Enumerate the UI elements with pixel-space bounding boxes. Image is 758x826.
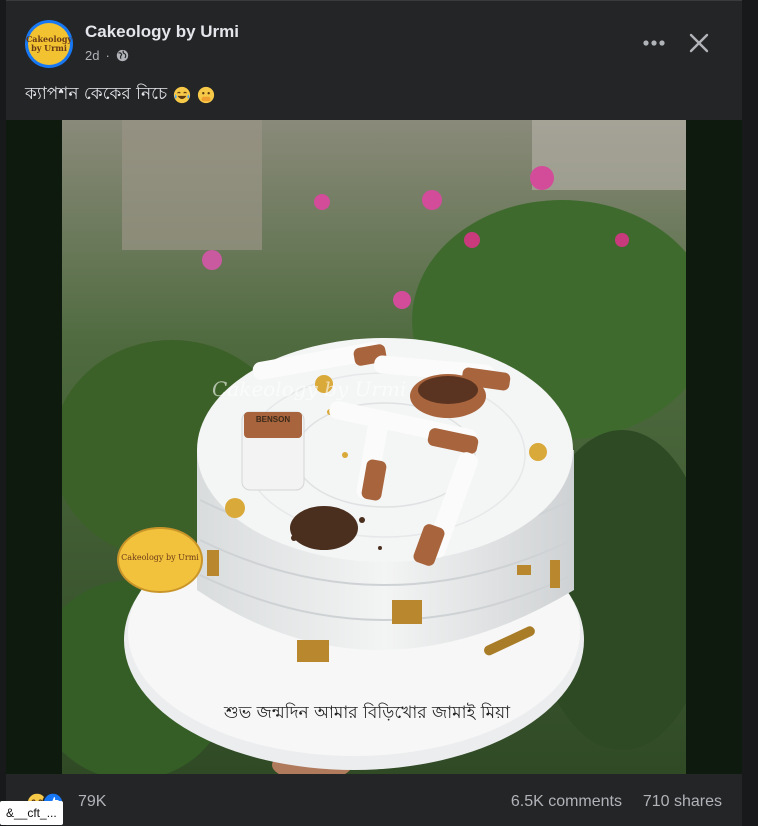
watermark-text: Cakeology by Urmi xyxy=(212,377,406,401)
post-time[interactable]: 2d xyxy=(85,48,99,63)
close-button[interactable] xyxy=(683,27,715,59)
avatar[interactable]: Cakeology by Urmi xyxy=(25,20,73,68)
plate-text: শুভ জন্মদিন আমার বিড়িখোর জামাই মিয়া xyxy=(223,702,511,723)
app-frame: Cakeology by Urmi Cakeology by Urmi 2d · xyxy=(0,0,758,826)
post-header: Cakeology by Urmi Cakeology by Urmi 2d · xyxy=(6,1,742,77)
globe-icon[interactable] xyxy=(116,49,129,62)
dot-separator: · xyxy=(105,48,110,63)
post-meta: 2d · xyxy=(85,48,129,63)
post-media[interactable]: BENSON Cakeology by Urmi Cakeology by Ur… xyxy=(6,120,742,774)
cake-photo[interactable]: BENSON Cakeology by Urmi Cakeology by Ur… xyxy=(62,120,686,774)
more-options-button[interactable] xyxy=(638,27,670,59)
laughing-crying-emoji-icon xyxy=(174,86,191,104)
avatar-logo: Cakeology by Urmi xyxy=(26,23,72,65)
topper-text: Cakeology by Urmi xyxy=(121,553,199,562)
post-footer: 79K 6.5K comments 710 shares xyxy=(6,776,742,826)
shares-count-link[interactable]: 710 shares xyxy=(643,793,722,811)
status-tooltip: &__cft_... xyxy=(0,801,63,825)
pack-label: BENSON xyxy=(256,415,290,424)
more-icon xyxy=(643,40,665,46)
caption-text: ক্যাপশন কেকের নিচে xyxy=(25,84,168,104)
page-name-link[interactable]: Cakeology by Urmi xyxy=(85,22,239,42)
hand-over-mouth-emoji-icon xyxy=(198,86,215,104)
post-caption: ক্যাপশন কেকের নিচে xyxy=(25,81,215,109)
reaction-count[interactable]: 79K xyxy=(78,793,106,811)
comments-count-link[interactable]: 6.5K comments xyxy=(511,793,622,811)
close-icon xyxy=(689,33,709,53)
post-card: Cakeology by Urmi Cakeology by Urmi 2d · xyxy=(6,0,742,826)
